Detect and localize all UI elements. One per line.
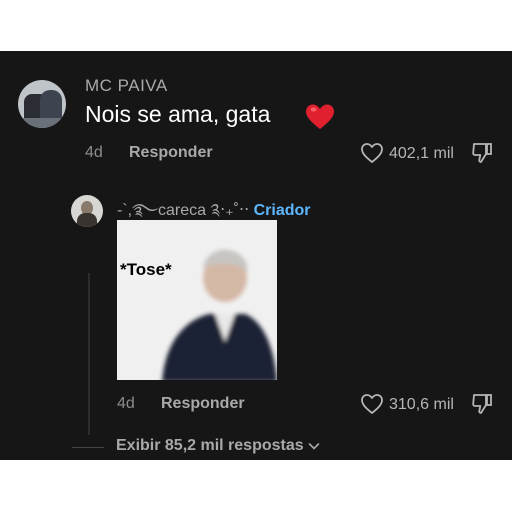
dislike-icon[interactable]: [470, 392, 494, 416]
reply-button[interactable]: Responder: [129, 144, 213, 162]
like-heart-icon[interactable]: [360, 393, 384, 415]
like-count: 310,6 mil: [389, 396, 454, 413]
comments-panel: MC PAIVA Nois se ama, gata 4d Responder …: [0, 51, 512, 460]
heart-emoji-icon: [306, 104, 334, 129]
reply-username[interactable]: -`,࿐careca ༉‧₊˚‧‧: [117, 202, 249, 219]
comment-text: Nois se ama, gata: [85, 101, 271, 127]
view-more-replies-label[interactable]: Exibir 85,2 mil respostas: [116, 437, 304, 454]
creator-badge: Criador: [253, 202, 311, 219]
reply-button[interactable]: Responder: [161, 395, 245, 413]
view-more-replies-button[interactable]: Exibir 85,2 mil respostas: [116, 437, 320, 455]
comment-timestamp: 4d: [85, 144, 103, 161]
like-heart-icon[interactable]: [360, 142, 384, 164]
avatar-ground: [18, 118, 66, 128]
image-caption: *Tose*: [120, 260, 172, 279]
thread-line: [88, 273, 90, 435]
chevron-down-icon: [308, 442, 319, 450]
like-count: 402,1 mil: [389, 145, 454, 162]
commenter-avatar[interactable]: [18, 80, 66, 128]
reply-avatar[interactable]: [71, 195, 103, 227]
commenter-username[interactable]: MC PAIVA: [85, 76, 168, 96]
reply-timestamp: 4d: [117, 395, 135, 412]
reply-image[interactable]: *Tose*: [117, 220, 277, 380]
person-image: [162, 249, 277, 380]
avatar-body: [77, 213, 97, 227]
divider: [72, 447, 104, 448]
dislike-icon[interactable]: [470, 141, 494, 165]
